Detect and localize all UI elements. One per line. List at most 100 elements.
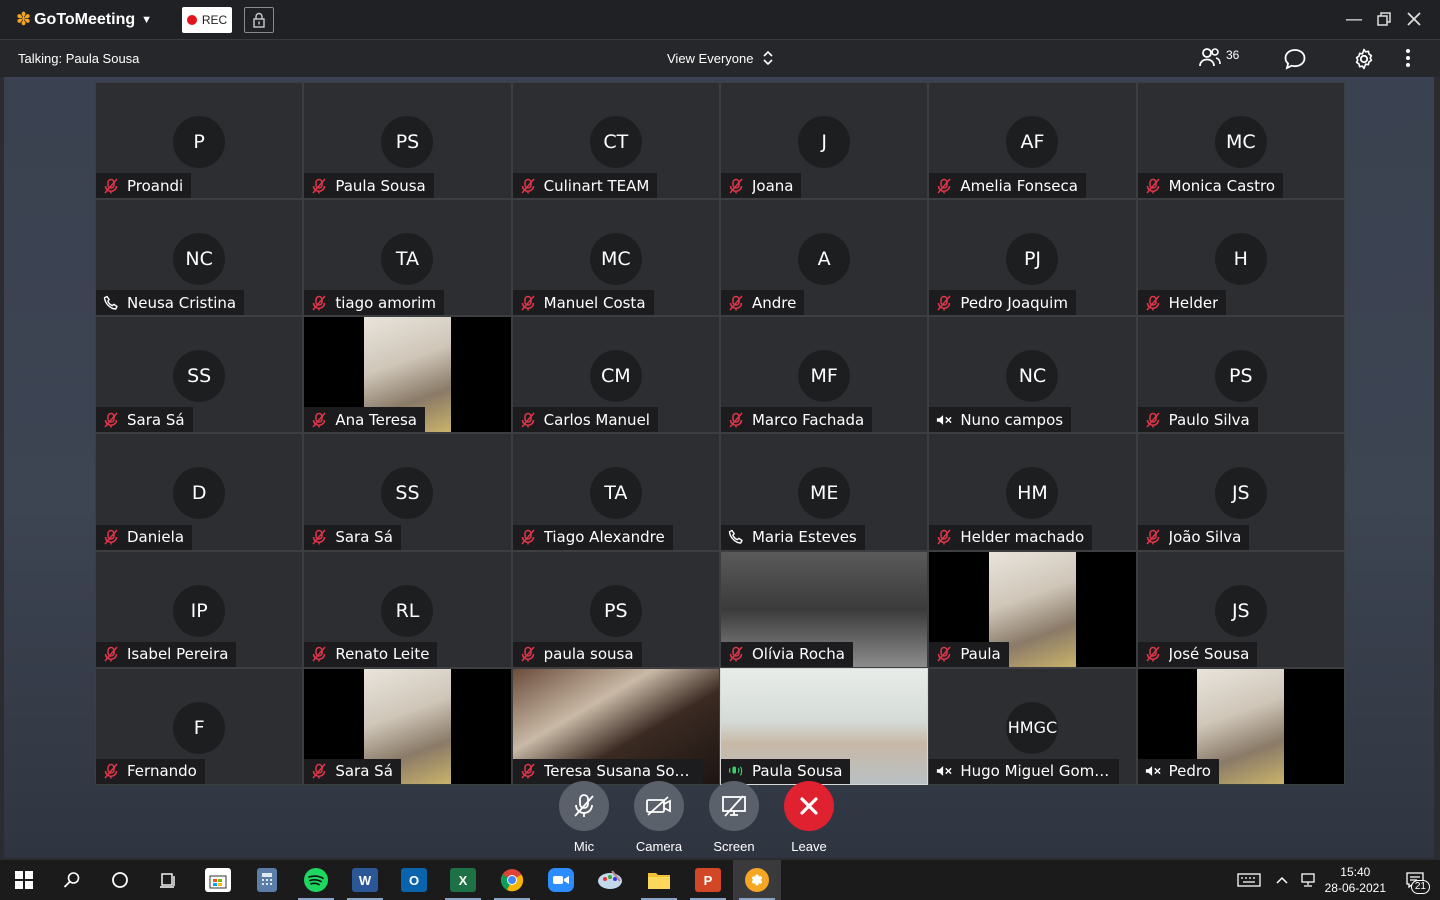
participant-name: Paulo Silva <box>1168 410 1250 429</box>
outlook-app[interactable]: O <box>390 860 438 900</box>
clock[interactable]: 15:40 28-06-2021 <box>1325 864 1386 896</box>
participant-tile[interactable]: ME Maria Esteves <box>719 433 929 551</box>
network-icon[interactable] <box>1299 872 1317 888</box>
mic-control[interactable]: Mic <box>559 781 609 854</box>
word-app[interactable]: W <box>341 860 389 900</box>
powerpoint-app[interactable]: P <box>684 860 732 900</box>
mic-off-icon <box>574 794 594 817</box>
participant-tile[interactable]: MC Monica Castro <box>1136 82 1345 200</box>
file-explorer-icon <box>648 873 670 889</box>
participant-tile[interactable]: D Daniela <box>95 433 304 551</box>
calculator-app[interactable] <box>243 860 291 900</box>
settings-button[interactable] <box>1353 48 1375 73</box>
leave-button[interactable] <box>784 781 834 831</box>
participant-tile[interactable]: Pedro <box>1136 667 1345 785</box>
close-icon[interactable] <box>1406 8 1422 30</box>
participant-tile[interactable]: HMGC Hugo Miguel Gomes... <box>928 667 1137 785</box>
windows-start-icon <box>15 871 33 889</box>
camera-button[interactable] <box>634 781 684 831</box>
participant-name: Proandi <box>127 176 184 195</box>
participant-tile[interactable]: JS João Silva <box>1136 433 1345 551</box>
spotify-app[interactable] <box>292 860 340 900</box>
participant-tile[interactable]: PS Paula Sousa <box>303 82 512 200</box>
cortana-button[interactable] <box>96 860 144 900</box>
paint-app[interactable] <box>586 860 634 900</box>
participant-tile[interactable]: RL Renato Leite <box>303 550 512 668</box>
attendees-button[interactable]: 36 <box>1198 46 1239 68</box>
participant-tile[interactable]: Sara Sá <box>303 667 512 785</box>
participant-name: Pedro Joaquim <box>960 293 1068 312</box>
participant-name-label: Paula <box>929 641 1009 667</box>
participant-tile[interactable]: MC Manuel Costa <box>511 199 720 317</box>
start-button[interactable] <box>0 860 48 900</box>
zoom-icon <box>548 868 574 892</box>
participant-tile[interactable]: TA tiago amorim <box>303 199 512 317</box>
participant-avatar: AF <box>1006 116 1059 168</box>
participant-tile[interactable]: Teresa Susana Sousa <box>511 667 720 785</box>
participant-tile[interactable]: Ana Teresa <box>303 316 512 434</box>
camera-control[interactable]: Camera <box>634 781 684 854</box>
participant-name-label: Manuel Costa <box>512 290 654 316</box>
mic-muted-icon <box>103 646 119 662</box>
participant-tile[interactable]: H Helder <box>1136 199 1345 317</box>
screen-button[interactable] <box>709 781 759 831</box>
view-selector[interactable]: View Everyone <box>667 50 774 66</box>
participant-tile[interactable]: PS paula sousa <box>511 550 720 668</box>
window-controls: — <box>1345 8 1422 30</box>
gotomeeting-menu[interactable]: ✽ GoToMeeting ▼ <box>16 9 152 30</box>
record-button[interactable]: REC <box>182 6 233 33</box>
screen-control[interactable]: Screen <box>709 781 759 854</box>
mic-muted-icon <box>1145 178 1161 194</box>
participant-name-label: Hugo Miguel Gomes... <box>929 758 1120 784</box>
participant-tile[interactable]: AF Amelia Fonseca <box>928 82 1137 200</box>
participant-tile[interactable]: F Fernando <box>95 667 304 785</box>
participant-tile[interactable]: A Andre <box>719 199 929 317</box>
zoom-app[interactable] <box>537 860 585 900</box>
keyboard-icon[interactable] <box>1236 872 1261 888</box>
participant-tile[interactable]: P Proandi <box>95 82 304 200</box>
store-app[interactable] <box>194 860 242 900</box>
participant-tile[interactable]: NC Nuno campos <box>928 316 1137 434</box>
participant-tile[interactable]: J Joana <box>719 82 929 200</box>
mic-button[interactable] <box>559 781 609 831</box>
participant-tile[interactable]: Paula <box>928 550 1137 668</box>
gotomeeting-app[interactable]: ✽ <box>733 860 781 900</box>
meeting-controls: Mic Camera Screen Leave <box>559 781 834 854</box>
participant-tile[interactable]: PJ Pedro Joaquim <box>928 199 1137 317</box>
more-options-button[interactable] <box>1404 48 1412 71</box>
leave-control[interactable]: Leave <box>784 781 834 854</box>
participant-name-label: Neusa Cristina <box>96 290 245 316</box>
participant-tile[interactable]: Olívia Rocha <box>719 550 929 668</box>
participant-tile[interactable]: PS Paulo Silva <box>1136 316 1345 434</box>
participant-name: Olívia Rocha <box>751 645 846 664</box>
search-button[interactable] <box>48 860 96 900</box>
excel-app[interactable]: X <box>439 860 487 900</box>
restore-icon[interactable] <box>1376 8 1392 30</box>
task-view-button[interactable] <box>144 860 192 900</box>
participant-name: Manuel Costa <box>543 293 646 312</box>
lock-meeting-button[interactable] <box>244 6 275 33</box>
participant-tile[interactable]: SS Sara Sá <box>95 316 304 434</box>
chat-button[interactable] <box>1283 48 1307 73</box>
chrome-app[interactable] <box>488 860 536 900</box>
participant-tile[interactable]: SS Sara Sá <box>303 433 512 551</box>
chrome-icon <box>500 869 524 892</box>
file-explorer-app[interactable] <box>635 860 683 900</box>
participant-tile[interactable]: Paula Sousa <box>719 667 929 785</box>
minimize-icon[interactable]: — <box>1345 8 1363 30</box>
participant-name: Nuno campos <box>960 410 1064 429</box>
participant-tile[interactable]: MF Marco Fachada <box>719 316 929 434</box>
participant-avatar: MF <box>798 350 851 403</box>
participant-tile[interactable]: CM Carlos Manuel <box>511 316 720 434</box>
leave-label: Leave <box>791 839 827 854</box>
participant-tile[interactable]: TA Tiago Alexandre <box>511 433 720 551</box>
participant-tile[interactable]: NC Neusa Cristina <box>95 199 304 317</box>
participant-tile[interactable]: CT Culinart TEAM <box>511 82 720 200</box>
notifications-button[interactable]: 21 <box>1400 865 1430 895</box>
participant-avatar: RL <box>381 584 434 637</box>
participant-tile[interactable]: HM Helder machado <box>928 433 1137 551</box>
chevron-up-icon[interactable] <box>1275 875 1289 885</box>
participant-tile[interactable]: JS José Sousa <box>1136 550 1345 668</box>
participant-avatar: D <box>173 467 226 520</box>
participant-tile[interactable]: IP Isabel Pereira <box>95 550 304 668</box>
